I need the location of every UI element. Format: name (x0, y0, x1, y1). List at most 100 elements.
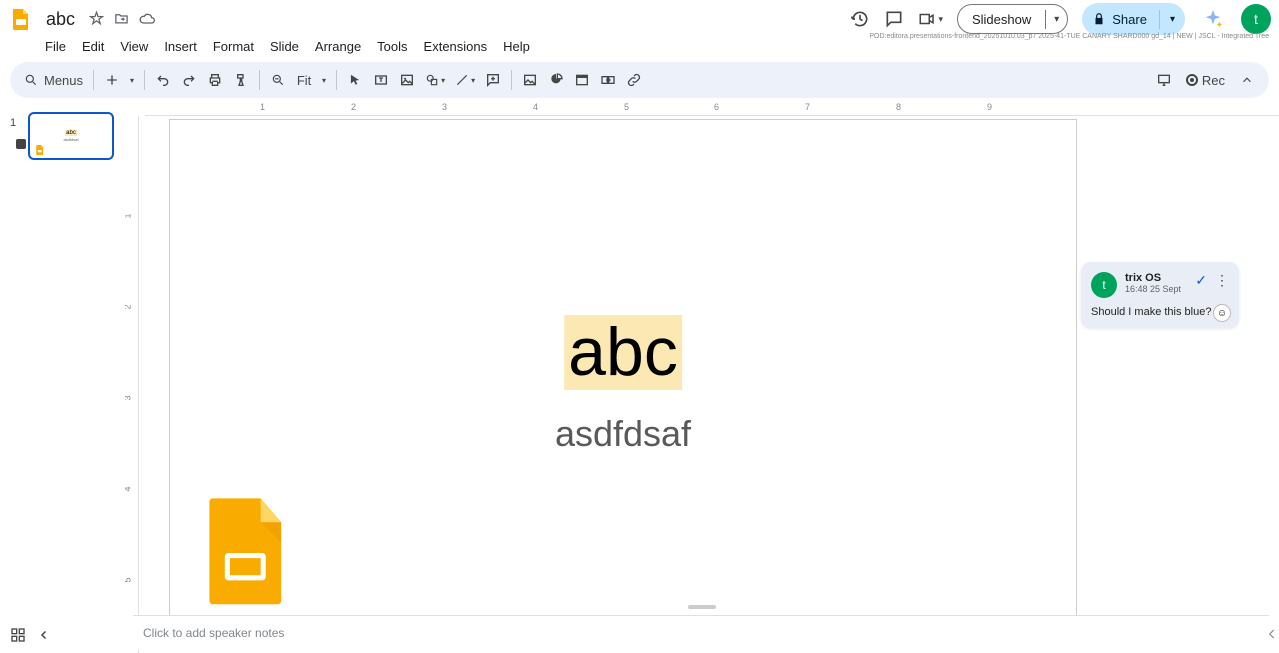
zoom-dropdown[interactable]: ▾ (318, 68, 330, 92)
cloud-status-icon[interactable] (139, 11, 155, 27)
gemini-icon[interactable] (1199, 5, 1227, 33)
comment-avatar: t (1091, 272, 1117, 298)
menu-extensions[interactable]: Extensions (417, 37, 495, 56)
comment-timestamp: 16:48 25 Sept (1125, 284, 1187, 294)
share-label: Share (1112, 12, 1147, 27)
comments-icon[interactable] (884, 9, 904, 29)
layout-button[interactable] (544, 68, 568, 92)
toolbar-separator (93, 70, 94, 90)
thumb-slides-icon (36, 145, 44, 155)
slide-thumbnail[interactable]: abc asdfdsaf (28, 112, 114, 160)
zoom-level[interactable]: Fit (292, 68, 316, 92)
background-button[interactable] (518, 68, 542, 92)
speaker-notes[interactable]: Click to add speaker notes (133, 615, 1269, 649)
rec-button[interactable]: Rec (1186, 73, 1225, 88)
line-button[interactable]: ▾ (451, 68, 479, 92)
search-menus-label: Menus (44, 73, 83, 88)
toolbar-right: Rec (1152, 68, 1259, 92)
slides-file-icon[interactable] (206, 498, 288, 608)
share-button: Share ▾ (1082, 3, 1185, 35)
ruler-vertical[interactable]: 1 2 3 4 5 (125, 116, 139, 653)
search-menus[interactable]: Menus (20, 68, 87, 92)
slide-canvas[interactable]: abc asdfdsaf (170, 120, 1076, 630)
toolbar-separator (511, 70, 512, 90)
debug-build-info: POD:editora.presentations-frontend_20251… (869, 33, 1269, 40)
comment-author: trix OS (1125, 272, 1187, 284)
comment-meta: trix OS 16:48 25 Sept (1125, 272, 1187, 294)
slideshow-dropdown[interactable]: ▾ (1045, 10, 1067, 29)
menu-edit[interactable]: Edit (75, 37, 111, 56)
menu-insert[interactable]: Insert (157, 37, 204, 56)
grid-view-icon[interactable] (10, 627, 26, 643)
thumb-title: abc (65, 130, 77, 136)
bottom-controls (10, 627, 50, 643)
document-title[interactable]: abc (40, 7, 81, 32)
emoji-reaction-icon[interactable]: ☺ (1213, 304, 1231, 322)
undo-button[interactable] (151, 68, 175, 92)
main-area: 1 abc asdfdsaf 1 2 3 4 5 6 7 8 9 1 2 3 4… (0, 102, 1279, 653)
title-icons (89, 11, 155, 27)
toolbar-separator (336, 70, 337, 90)
toolbar-separator (259, 70, 260, 90)
toolbar-separator (144, 70, 145, 90)
comment-actions: ✓ ⋮ (1195, 272, 1229, 289)
new-slide-dropdown[interactable]: ▾ (126, 68, 138, 92)
collapse-toolbar-button[interactable] (1235, 68, 1259, 92)
shape-button[interactable]: ▾ (421, 68, 449, 92)
more-icon[interactable]: ⋮ (1215, 272, 1229, 289)
share-main[interactable]: Share (1082, 8, 1159, 31)
account-avatar[interactable]: t (1241, 4, 1271, 34)
slideshow-button: Slideshow ▾ (957, 4, 1068, 34)
present-inline-button[interactable] (1152, 68, 1176, 92)
comment-button[interactable] (481, 68, 505, 92)
ruler-horizontal[interactable]: 1 2 3 4 5 6 7 8 9 (145, 102, 1279, 116)
slideshow-main[interactable]: Slideshow (958, 8, 1045, 31)
paint-format-button[interactable] (229, 68, 253, 92)
menu-view[interactable]: View (113, 37, 155, 56)
canvas-area: 1 2 3 4 5 6 7 8 9 1 2 3 4 5 abc asdfdsaf (125, 102, 1279, 653)
rec-label: Rec (1202, 73, 1225, 88)
lock-icon (1092, 12, 1106, 26)
redo-button[interactable] (177, 68, 201, 92)
header-right: ▾ Slideshow ▾ Share ▾ t (850, 3, 1271, 35)
menu-tools[interactable]: Tools (370, 37, 414, 56)
new-slide-button[interactable] (100, 68, 124, 92)
notes-placeholder: Click to add speaker notes (143, 626, 284, 640)
slides-logo[interactable] (8, 6, 34, 32)
image-button[interactable] (395, 68, 419, 92)
comment-card[interactable]: t trix OS 16:48 25 Sept ✓ ⋮ Should I mak… (1081, 262, 1239, 328)
select-tool[interactable] (343, 68, 367, 92)
rec-icon (1186, 74, 1198, 86)
link-button[interactable] (622, 68, 646, 92)
resolve-icon[interactable]: ✓ (1195, 272, 1207, 289)
menu-help[interactable]: Help (496, 37, 537, 56)
menu-slide[interactable]: Slide (263, 37, 306, 56)
toolbar: Menus ▾ Fit ▾ ▾ ▾ Rec (10, 62, 1269, 98)
star-icon[interactable] (89, 11, 104, 27)
slide-subtitle[interactable]: asdfdsaf (555, 413, 691, 455)
title-bar: abc ▾ Slideshow ▾ Share ▾ t (0, 0, 1279, 34)
slide-title[interactable]: abc (564, 315, 682, 390)
text-box-button[interactable] (369, 68, 393, 92)
explore-handle-icon[interactable] (1265, 627, 1279, 641)
notes-resize-handle[interactable] (688, 605, 716, 609)
menu-format[interactable]: Format (206, 37, 261, 56)
comment-body: Should I make this blue? (1091, 306, 1229, 318)
theme-button[interactable] (570, 68, 594, 92)
meet-icon[interactable]: ▾ (918, 10, 943, 28)
menu-file[interactable]: File (38, 37, 73, 56)
comment-header: t trix OS 16:48 25 Sept ✓ ⋮ (1091, 272, 1229, 298)
transition-button[interactable] (596, 68, 620, 92)
share-dropdown[interactable]: ▾ (1159, 10, 1185, 29)
canvas-wrap: abc asdfdsaf (170, 120, 1079, 603)
collapse-panel-icon[interactable] (38, 629, 50, 641)
history-icon[interactable] (850, 9, 870, 29)
print-button[interactable] (203, 68, 227, 92)
thumb-subtitle: asdfdsaf (63, 137, 78, 142)
menu-arrange[interactable]: Arrange (308, 37, 368, 56)
comment-indicator (16, 139, 26, 149)
slide-number: 1 (10, 117, 16, 129)
move-icon[interactable] (114, 11, 129, 27)
zoom-button[interactable] (266, 68, 290, 92)
slide-panel: 1 abc asdfdsaf (0, 102, 125, 653)
